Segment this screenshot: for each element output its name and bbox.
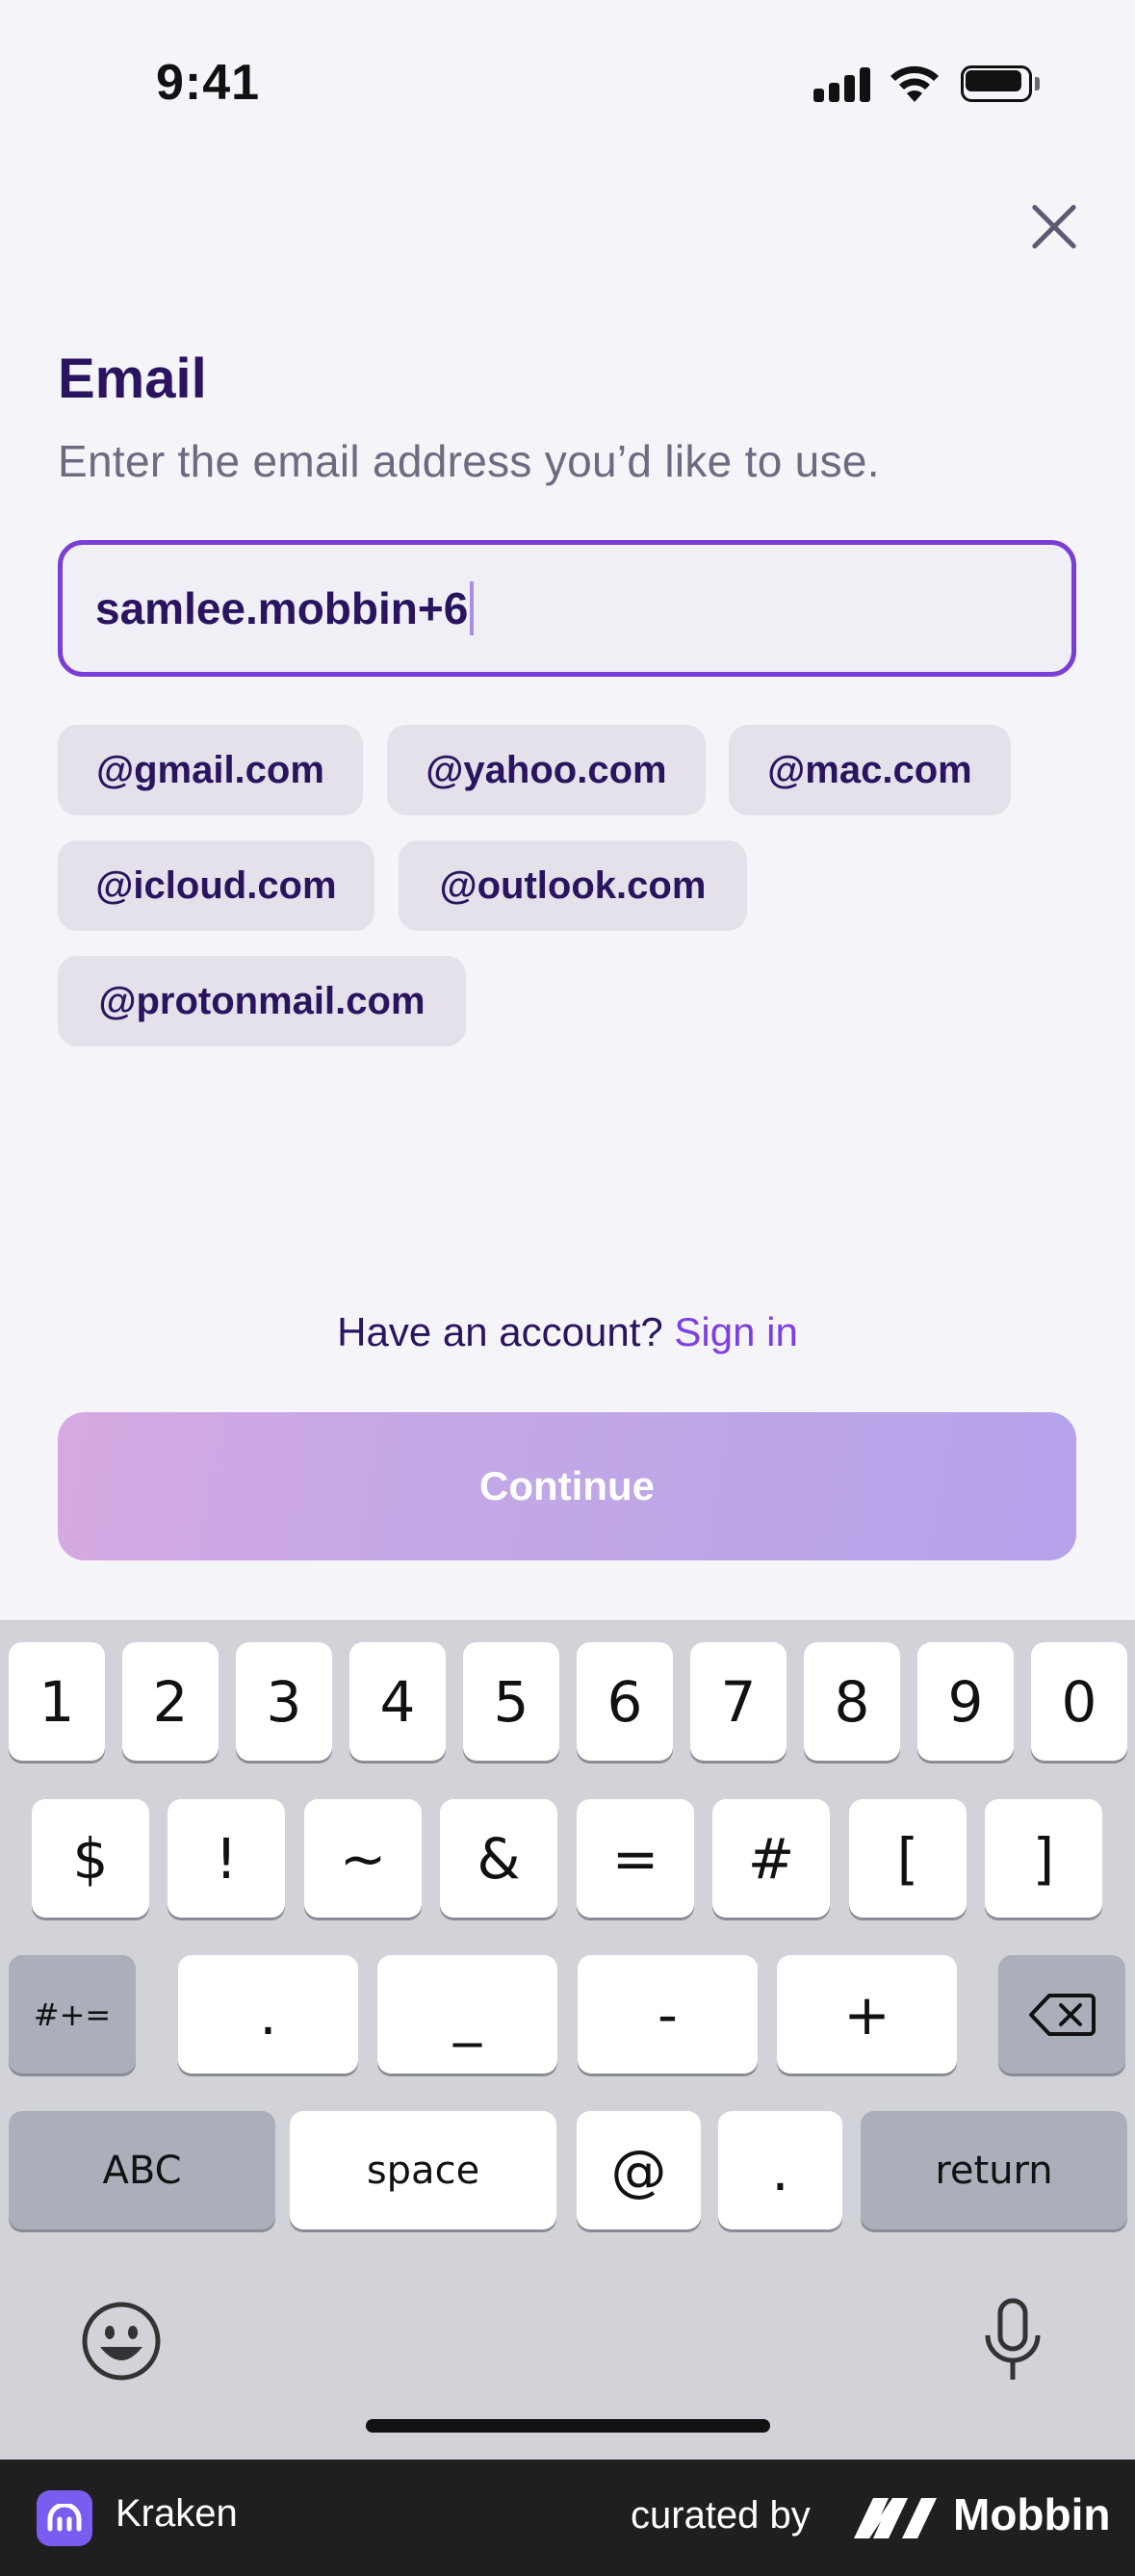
home-indicator — [366, 2419, 770, 2433]
suggestion-chip-yahoo[interactable]: @yahoo.com — [387, 725, 706, 815]
key-at[interactable]: @ — [577, 2111, 701, 2229]
backspace-icon — [1029, 1993, 1096, 2036]
key-2[interactable]: 2 — [122, 1642, 219, 1761]
key-delete[interactable] — [998, 1955, 1125, 2074]
key-dollar[interactable]: $ — [32, 1799, 149, 1918]
suggestion-chip-gmail[interactable]: @gmail.com — [58, 725, 363, 815]
email-input[interactable]: samlee.mobbin+6 — [58, 540, 1076, 677]
key-dot[interactable]: . — [718, 2111, 842, 2229]
key-exclamation[interactable]: ! — [168, 1799, 285, 1918]
key-equals[interactable]: = — [577, 1799, 694, 1918]
signin-row: Have an account? Sign in — [0, 1309, 1135, 1355]
mobbin-logo-icon — [854, 2498, 937, 2538]
key-abc[interactable]: ABC — [9, 2111, 275, 2229]
signin-prompt: Have an account? — [337, 1309, 663, 1354]
status-bar: 9:41 — [0, 0, 1135, 154]
key-return[interactable]: return — [861, 2111, 1127, 2229]
page-title: Email — [58, 348, 207, 410]
key-tilde[interactable]: ~ — [304, 1799, 422, 1918]
key-plus[interactable]: + — [777, 1955, 957, 2074]
key-left-bracket[interactable]: [ — [849, 1799, 967, 1918]
key-hyphen[interactable]: - — [578, 1955, 758, 2074]
key-7[interactable]: 7 — [690, 1642, 787, 1761]
key-0[interactable]: 0 — [1031, 1642, 1127, 1761]
key-6[interactable]: 6 — [577, 1642, 673, 1761]
footer-app-name: Kraken — [116, 2492, 238, 2535]
microphone-icon[interactable] — [982, 2297, 1044, 2385]
key-ampersand[interactable]: & — [440, 1799, 557, 1918]
battery-icon — [961, 65, 1040, 102]
key-right-bracket[interactable]: ] — [985, 1799, 1102, 1918]
key-1[interactable]: 1 — [9, 1642, 105, 1761]
signin-link[interactable]: Sign in — [674, 1309, 797, 1354]
footer-brand: Mobbin — [953, 2489, 1111, 2539]
key-space[interactable]: space — [290, 2111, 556, 2229]
suggestion-chip-mac[interactable]: @mac.com — [729, 725, 1011, 815]
suggestion-chip-icloud[interactable]: @icloud.com — [58, 840, 374, 931]
suggestion-chip-protonmail[interactable]: @protonmail.com — [58, 956, 466, 1046]
footer-curated-by: curated by — [631, 2494, 811, 2537]
suggestion-chip-outlook[interactable]: @outlook.com — [399, 840, 747, 931]
text-caret — [470, 581, 475, 635]
key-8[interactable]: 8 — [804, 1642, 900, 1761]
continue-button[interactable]: Continue — [58, 1412, 1076, 1560]
email-input-value: samlee.mobbin+6 — [95, 583, 469, 633]
wifi-icon — [890, 65, 939, 102]
close-icon[interactable] — [1020, 193, 1088, 260]
keyboard: 1 2 3 4 5 6 7 8 9 0 $ ! ~ & = # [ ] #+= … — [0, 1620, 1135, 2460]
key-9[interactable]: 9 — [917, 1642, 1014, 1761]
key-3[interactable]: 3 — [236, 1642, 332, 1761]
status-time: 9:41 — [156, 55, 261, 111]
key-underscore[interactable]: _ — [377, 1955, 557, 2074]
kraken-logo-icon — [37, 2490, 92, 2546]
key-5[interactable]: 5 — [463, 1642, 559, 1761]
footer-bar: Kraken curated by Mobbin — [0, 2460, 1135, 2576]
emoji-icon[interactable] — [81, 2301, 162, 2382]
key-hash[interactable]: # — [712, 1799, 830, 1918]
page-subtitle: Enter the email address you’d like to us… — [58, 436, 880, 486]
cellular-signal-icon — [813, 65, 871, 102]
key-4[interactable]: 4 — [349, 1642, 446, 1761]
key-period[interactable]: . — [178, 1955, 358, 2074]
key-more-symbols[interactable]: #+= — [9, 1955, 136, 2074]
